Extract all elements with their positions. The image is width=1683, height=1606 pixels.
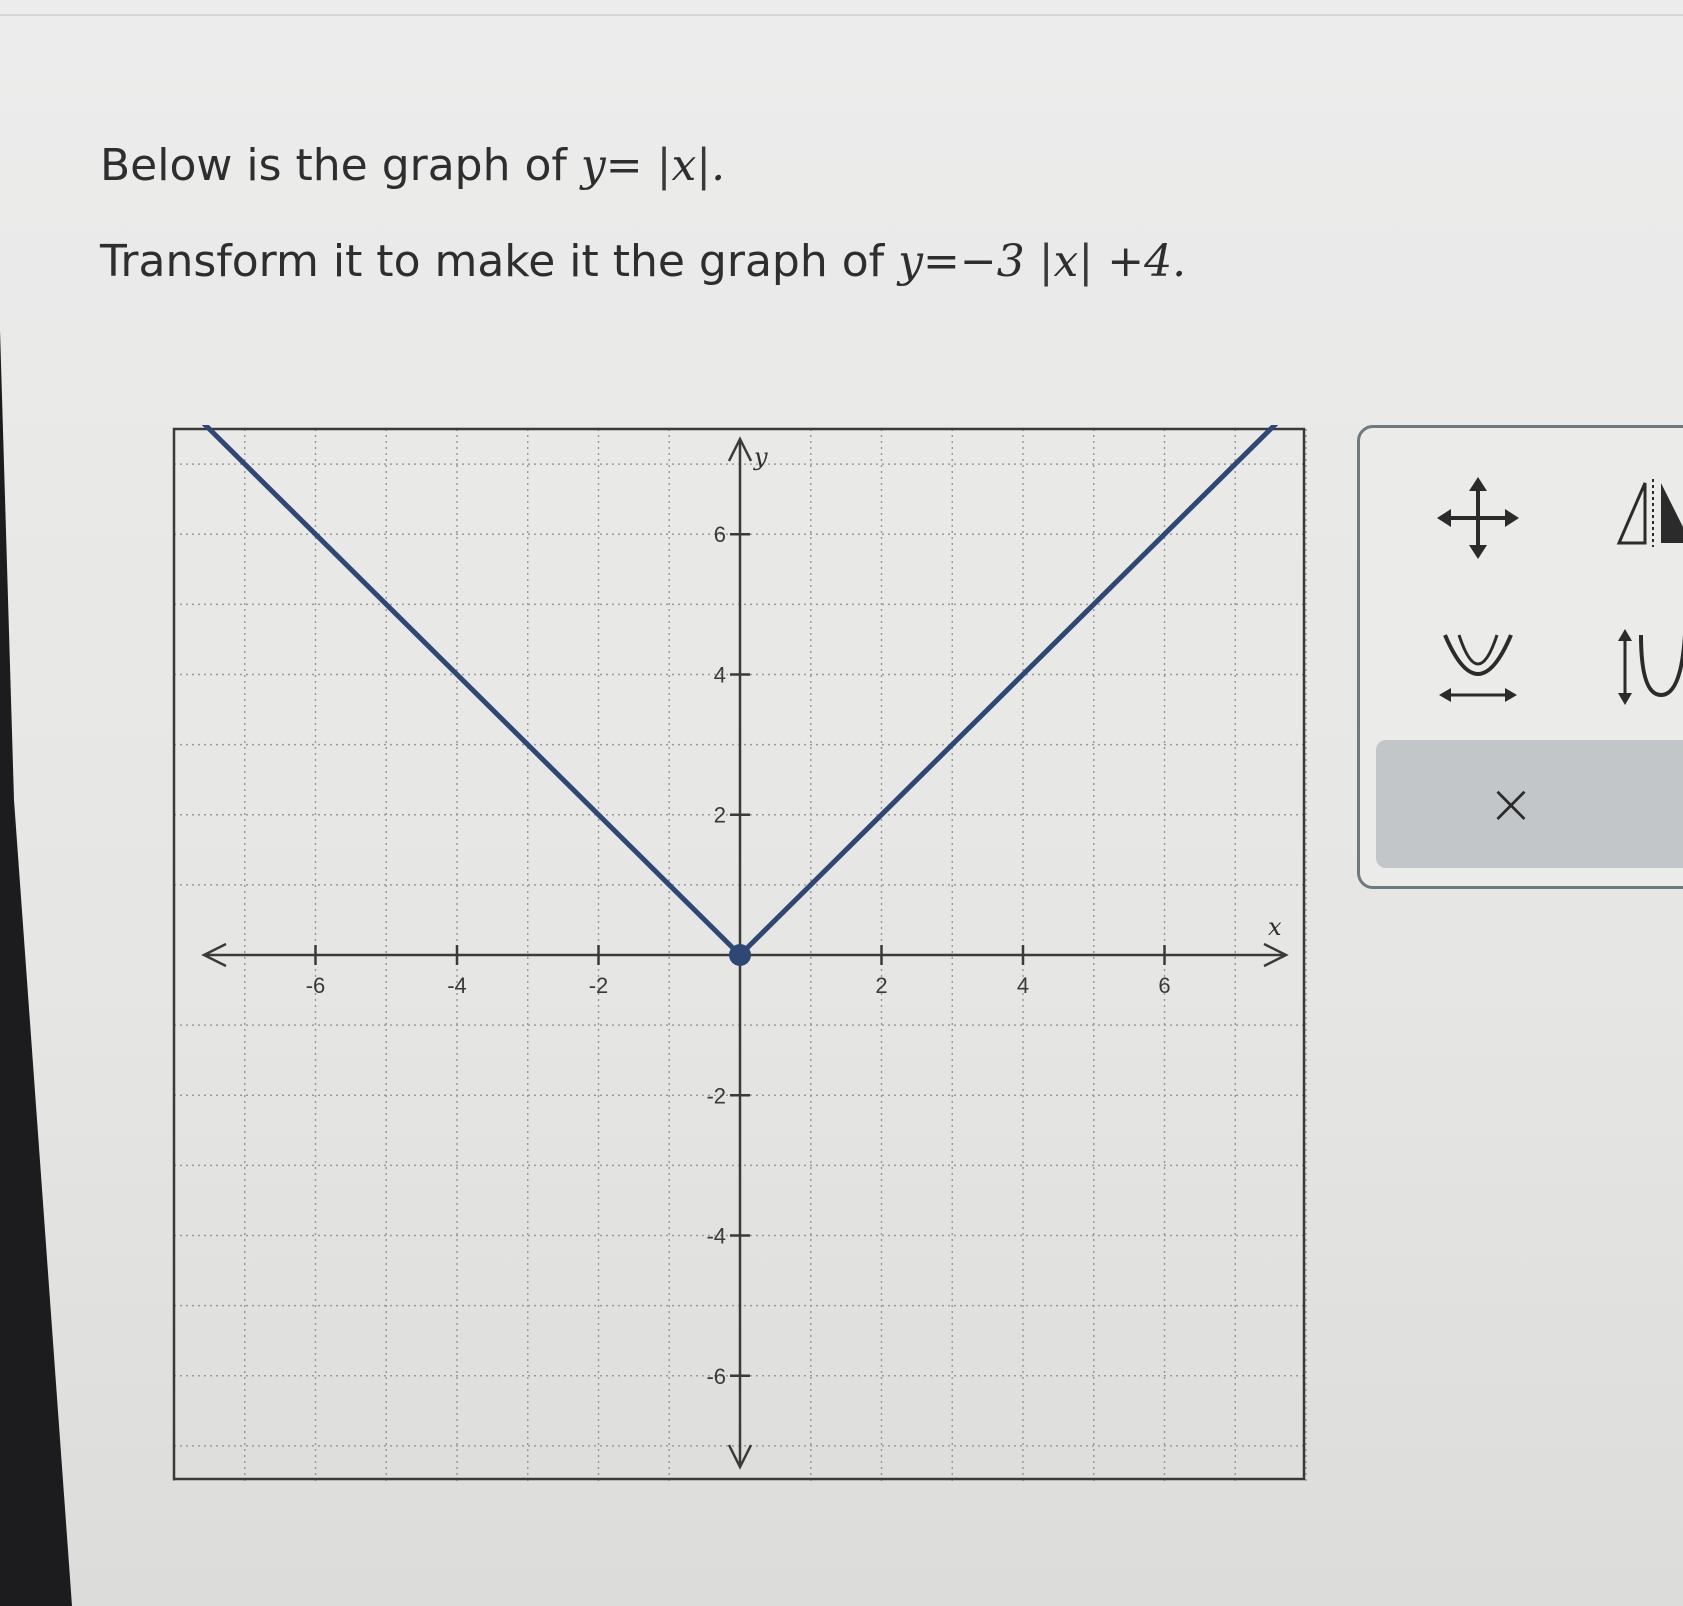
x-axis-label: x [1268,913,1282,941]
x-tick-label: 2 [875,973,887,998]
y-tick-label: -4 [706,1224,726,1249]
prompt-text-1: Below is the graph of [100,140,567,191]
graph-area[interactable]: x y -6 -4 -2 2 4 6 -6 -4 -2 2 4 6 [170,392,1310,1489]
clear-button[interactable]: × [1376,740,1683,868]
screen: Below is the graph of y= |x|. Transform … [0,0,1683,1606]
prompt-text-2: Transform it to make it the graph of [100,236,885,287]
vertical-stretch-tool-button[interactable] [1600,618,1683,718]
y-tick-label: 4 [714,662,726,687]
y-axis-label: y [753,443,768,471]
close-icon: × [1487,771,1535,837]
y-tick-label: -6 [706,1364,726,1389]
x-tick-label: -4 [447,973,467,998]
x-tick-label: 4 [1017,973,1029,998]
prompt-line-2: Transform it to make it the graph of y=−… [100,236,1186,287]
top-border [0,0,1683,16]
reflect-icon [1616,479,1683,547]
prompt-line-1: Below is the graph of y= |x|. [100,140,725,191]
vertical-stretch-icon [1618,629,1683,705]
vertex-point[interactable] [729,944,751,966]
prompt-math-2: y=−3 |x| +4. [898,236,1187,287]
y-tick-label: -2 [706,1083,726,1108]
move-tool-button[interactable] [1428,468,1528,568]
reflect-tool-button[interactable] [1600,468,1683,568]
x-tick-label: -6 [306,973,326,998]
graph-svg[interactable]: x y -6 -4 -2 2 4 6 -6 -4 -2 2 4 6 [170,392,1310,1485]
move-icon [1437,477,1519,559]
y-tick-label: 2 [714,803,726,828]
prompt-math-1: y= |x|. [580,140,726,191]
horizontal-stretch-tool-button[interactable] [1428,618,1528,718]
y-tick-label: 6 [714,522,726,547]
transform-tool-panel: × [1357,425,1683,889]
x-tick-label: -2 [589,973,609,998]
horizontal-stretch-icon [1439,634,1517,702]
x-tick-label: 6 [1158,973,1170,998]
